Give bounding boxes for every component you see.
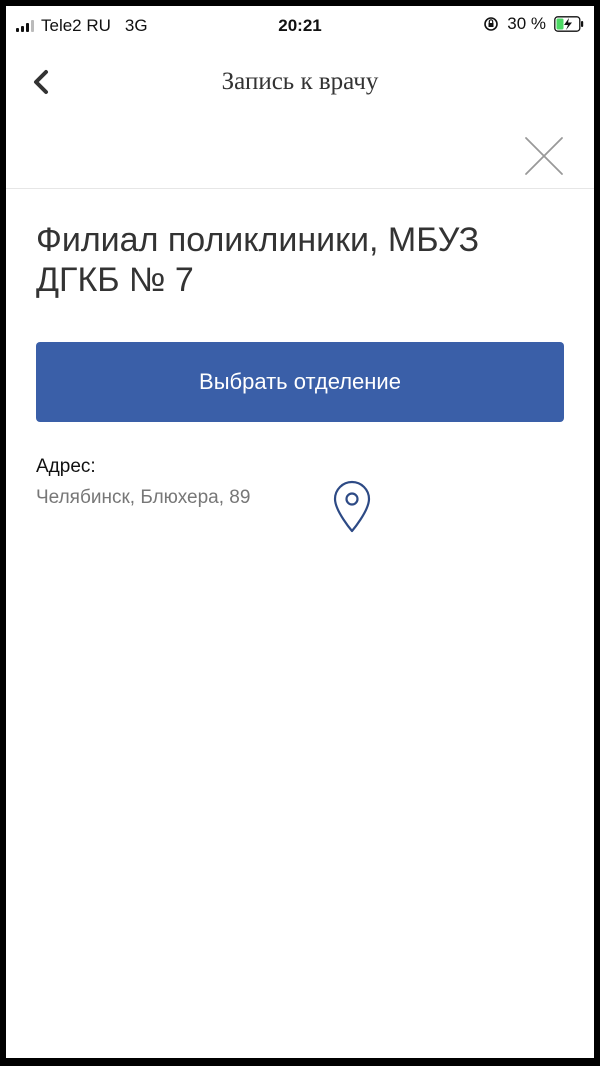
app-screen: Tele2 RU 3G 20:21 30 % Запись к врачу Фи… <box>6 6 594 1058</box>
select-department-button[interactable]: Выбрать отделение <box>36 342 564 422</box>
battery-charging-icon <box>554 16 584 32</box>
nav-bar: Запись к врачу <box>6 52 594 112</box>
close-icon <box>525 137 563 175</box>
close-row <box>6 112 594 189</box>
page-title: Запись к врачу <box>221 68 379 95</box>
battery-percent: 30 % <box>507 14 546 33</box>
status-bar: Tele2 RU 3G 20:21 30 % <box>6 6 594 46</box>
orientation-lock-icon <box>484 17 499 31</box>
map-pin-button[interactable] <box>331 480 373 534</box>
map-pin-icon <box>333 480 371 533</box>
status-right: 30 % <box>483 14 584 34</box>
close-button[interactable] <box>522 134 566 178</box>
address-label: Адрес: <box>36 456 96 477</box>
address-value: Челябинск, Блюхера, 89 <box>36 487 251 508</box>
clinic-name: Филиал поликлиники, МБУЗ ДГКБ № 7 <box>36 221 480 299</box>
